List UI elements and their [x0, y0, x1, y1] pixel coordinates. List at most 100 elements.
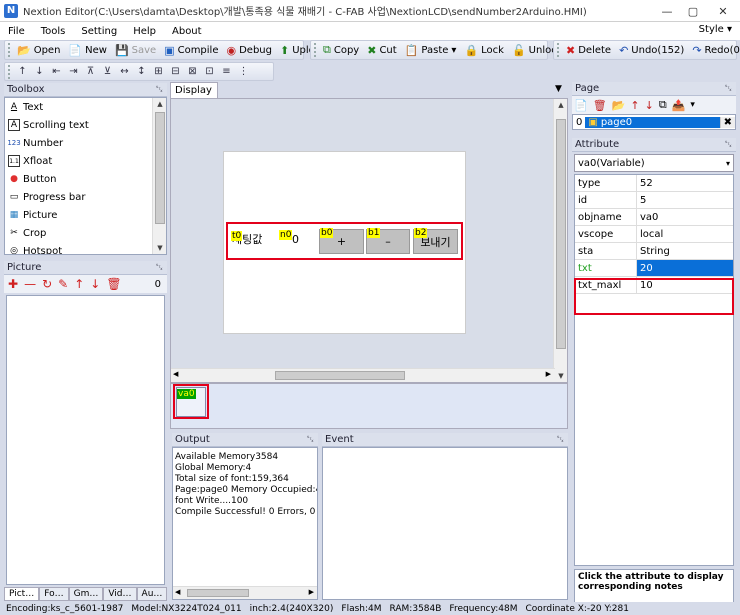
scroll-up-icon[interactable]: ▲ [153, 98, 166, 110]
toolbox-item-hotspot[interactable]: ◎ Hotspot [5, 242, 166, 255]
pin-icon[interactable]: ␂ [725, 140, 732, 150]
compile-button[interactable]: ▣ Compile [160, 41, 222, 59]
same-height-icon[interactable]: ⊠ [184, 66, 201, 77]
tab-display[interactable]: Display [170, 82, 218, 98]
component-selector[interactable]: va0(Variable) ▾ [574, 154, 734, 172]
close-icon[interactable]: ✕ [706, 0, 740, 22]
delete-page-button[interactable]: ✖ [719, 116, 735, 128]
scroll-left-icon[interactable]: ◀ [175, 588, 180, 596]
move-up-icon[interactable]: ↑ [630, 99, 639, 112]
delete-page-icon[interactable]: 🗑 [593, 99, 607, 112]
tab-audio[interactable]: Au… [136, 587, 168, 601]
trash-icon[interactable]: 🗑 [106, 277, 121, 291]
toolbox-item-scrolling-text[interactable]: A Scrolling text [5, 116, 166, 134]
menu-help[interactable]: Help [125, 26, 164, 37]
toolbox-item-text[interactable]: A Text [5, 98, 166, 116]
toolbox-scrollbar[interactable]: ▲ ▼ [152, 98, 166, 254]
export-page-icon[interactable]: 📤 [672, 99, 686, 112]
scroll-thumb[interactable] [275, 371, 405, 380]
move-down-icon[interactable]: ↓ [645, 99, 654, 112]
toolbox-item-button[interactable]: ● Button [5, 170, 166, 188]
center-horizontal-icon[interactable]: ↔ [116, 66, 133, 77]
txt-value-field[interactable]: 20 [637, 260, 733, 276]
scroll-up-icon[interactable]: ▲ [554, 99, 568, 111]
save-button[interactable]: 💾 Save [111, 41, 160, 59]
open-button[interactable]: 📂 Open [13, 41, 64, 59]
attribute-row[interactable]: type 52 [575, 175, 733, 192]
attribute-row[interactable]: objname va0 [575, 209, 733, 226]
spacing-vertical-icon[interactable]: ≡ [218, 66, 235, 77]
pin-icon[interactable]: ␂ [307, 435, 314, 445]
pin-icon[interactable]: ␂ [156, 263, 163, 273]
copy-button[interactable]: ⧉ Copy [319, 41, 363, 59]
scroll-down-icon[interactable]: ▼ [554, 370, 568, 382]
distribute-icon[interactable]: ⋮ [235, 66, 252, 77]
remove-icon[interactable]: — [24, 277, 36, 291]
edit-icon[interactable]: ✎ [58, 277, 68, 291]
display-hscroll[interactable]: ◀ ▶ [171, 368, 555, 382]
align-right-icon[interactable]: ⇥ [65, 66, 82, 77]
chevron-down-icon[interactable]: ▼ [555, 84, 562, 94]
align-top-icon[interactable]: ⊼ [82, 66, 99, 77]
pin-icon[interactable]: ␂ [725, 84, 732, 94]
toolbox-item-crop[interactable]: ✂ Crop [5, 224, 166, 242]
chevron-down-icon[interactable]: ▾ [451, 45, 456, 56]
lock-button[interactable]: 🔒 Lock [460, 41, 508, 59]
pin-icon[interactable]: ␂ [557, 435, 564, 445]
chevron-down-icon[interactable]: ▾ [690, 100, 695, 110]
maximize-icon[interactable]: ▢ [680, 0, 706, 22]
scroll-thumb[interactable] [556, 119, 566, 349]
menu-setting[interactable]: Setting [73, 26, 125, 37]
align-left-icon[interactable]: ⇤ [48, 66, 65, 77]
paste-button[interactable]: 📋 Paste ▾ [401, 41, 461, 59]
tab-picture[interactable]: Pict… [4, 587, 40, 601]
output-hscroll[interactable]: ◀ ▶ [173, 586, 317, 599]
attribute-row-sta[interactable]: sta String [575, 243, 733, 260]
redo-button[interactable]: ↷ Redo(0) [688, 41, 740, 59]
toolbox-item-xfloat[interactable]: 1.1 Xfloat [5, 152, 166, 170]
scroll-thumb[interactable] [187, 589, 249, 597]
attribute-row[interactable]: vscope local [575, 226, 733, 243]
scroll-right-icon[interactable]: ▶ [546, 370, 551, 378]
attribute-row[interactable]: id 5 [575, 192, 733, 209]
toolbox-item-picture[interactable]: ▦ Picture [5, 206, 166, 224]
move-up-icon[interactable]: ↑ [14, 66, 31, 77]
add-icon[interactable]: ✚ [8, 277, 18, 291]
move-down-icon[interactable]: ↓ [31, 66, 48, 77]
cut-button[interactable]: ✖ Cut [363, 41, 400, 59]
scroll-right-icon[interactable]: ▶ [309, 588, 314, 596]
tab-fonts[interactable]: Fo… [39, 587, 69, 601]
menu-file[interactable]: File [0, 26, 33, 37]
move-down-icon[interactable]: ↓ [90, 277, 100, 291]
toolbox-item-number[interactable]: 123 Number [5, 134, 166, 152]
scroll-down-icon[interactable]: ▼ [153, 242, 166, 254]
attribute-row-txt[interactable]: txt 20 [575, 260, 733, 277]
page-list-item[interactable]: 0 ▣ page0 ✖ [572, 114, 736, 130]
center-vertical-icon[interactable]: ↕ [133, 66, 150, 77]
pin-icon[interactable]: ␂ [156, 85, 163, 95]
copy-page-icon[interactable]: ⧉ [659, 98, 667, 112]
add-page-icon[interactable]: 📄 [574, 99, 588, 112]
tab-gmov[interactable]: Gm… [68, 587, 104, 601]
same-size-icon[interactable]: ⊞ [150, 66, 167, 77]
menu-about[interactable]: About [164, 26, 210, 37]
align-bottom-icon[interactable]: ⊻ [99, 66, 116, 77]
display-vscroll[interactable]: ▲ ▼ [553, 99, 567, 382]
output-log[interactable]: Available Memory3584 Global Memory:4 Tot… [172, 447, 318, 600]
scroll-thumb[interactable] [155, 112, 165, 224]
undo-button[interactable]: ↶ Undo(152) [615, 41, 688, 59]
same-width-icon[interactable]: ⊟ [167, 66, 184, 77]
menu-tools[interactable]: Tools [33, 26, 74, 37]
page-name-selected[interactable]: ▣ page0 [585, 116, 720, 128]
scroll-left-icon[interactable]: ◀ [173, 370, 178, 378]
move-up-icon[interactable]: ↑ [74, 277, 84, 291]
toolbox-item-progress-bar[interactable]: ▭ Progress bar [5, 188, 166, 206]
event-editor[interactable] [322, 447, 568, 600]
minimize-icon[interactable]: — [654, 0, 680, 22]
replace-icon[interactable]: ↻ [42, 277, 52, 291]
debug-button[interactable]: ◉ Debug [223, 41, 277, 59]
style-menu[interactable]: Style ▾ [699, 24, 732, 35]
spacing-horizontal-icon[interactable]: ⊡ [201, 66, 218, 77]
tab-video[interactable]: Vid… [103, 587, 137, 601]
new-button[interactable]: 📄 New [64, 41, 111, 59]
